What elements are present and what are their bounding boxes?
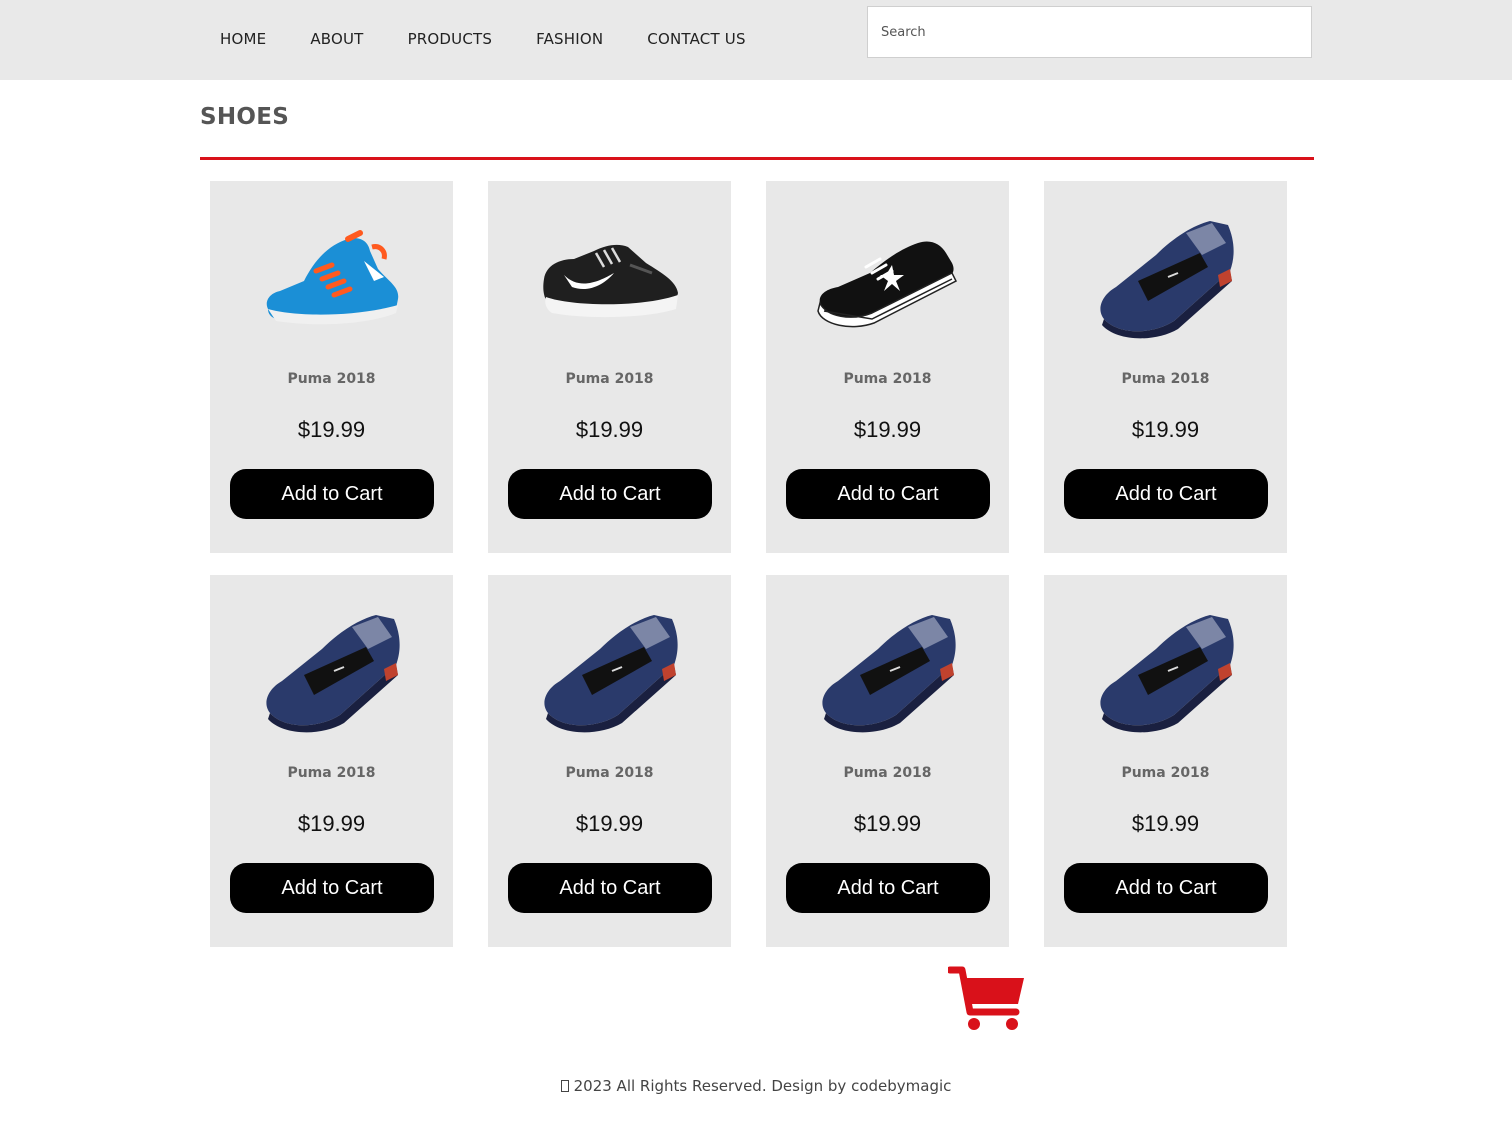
add-to-cart-button[interactable]: Add to Cart — [508, 469, 712, 519]
canvas-sneaker-black-icon — [807, 201, 967, 351]
main-nav: HOME ABOUT PRODUCTS FASHION CONTACT US — [220, 30, 790, 48]
loafer-navy-icon — [529, 595, 689, 745]
loafer-navy-icon — [1085, 201, 1245, 351]
add-to-cart-button[interactable]: Add to Cart — [1064, 863, 1268, 913]
product-name: Puma 2018 — [565, 371, 654, 387]
section-divider — [200, 157, 1314, 160]
search-input[interactable] — [867, 6, 1312, 58]
product-name: Puma 2018 — [287, 371, 376, 387]
loafer-navy-icon — [251, 595, 411, 745]
product-price: $19.99 — [575, 811, 644, 836]
site-header: HOME ABOUT PRODUCTS FASHION CONTACT US — [0, 0, 1512, 80]
nav-products-link[interactable]: PRODUCTS — [408, 30, 493, 48]
running-shoe-black-icon — [529, 201, 689, 351]
add-to-cart-button[interactable]: Add to Cart — [786, 469, 990, 519]
add-to-cart-button[interactable]: Add to Cart — [230, 863, 434, 913]
nav-home-link[interactable]: HOME — [220, 30, 266, 48]
product-price: $19.99 — [853, 417, 922, 442]
product-price: $19.99 — [575, 417, 644, 442]
product-name: Puma 2018 — [1121, 765, 1210, 781]
product-name: Puma 2018 — [843, 765, 932, 781]
product-price: $19.99 — [1131, 417, 1200, 442]
site-footer: 2023 All Rights Reserved. Design by code… — [0, 1077, 1512, 1095]
nav-about-link[interactable]: ABOUT — [310, 30, 363, 48]
footer-text: 2023 All Rights Reserved. Design by code… — [573, 1077, 952, 1095]
product-name: Puma 2018 — [1121, 371, 1210, 387]
product-name: Puma 2018 — [843, 371, 932, 387]
nav-fashion-link[interactable]: FASHION — [536, 30, 603, 48]
section-title: SHOES — [200, 104, 290, 130]
product-card: Puma 2018 $19.99 Add to Cart — [210, 181, 453, 553]
nav-contact-link[interactable]: CONTACT US — [647, 30, 745, 48]
loafer-navy-icon — [807, 595, 967, 745]
loafer-navy-icon — [1085, 595, 1245, 745]
copyright-icon — [560, 1080, 569, 1092]
product-card: Puma 2018 $19.99 Add to Cart — [1044, 575, 1287, 947]
product-card: Puma 2018 $19.99 Add to Cart — [210, 575, 453, 947]
product-card: Puma 2018 $19.99 Add to Cart — [488, 575, 731, 947]
product-name: Puma 2018 — [287, 765, 376, 781]
product-price: $19.99 — [297, 417, 366, 442]
product-card: Puma 2018 $19.99 Add to Cart — [1044, 181, 1287, 553]
product-card: Puma 2018 $19.99 Add to Cart — [488, 181, 731, 553]
product-price: $19.99 — [853, 811, 922, 836]
running-shoe-blue-icon — [251, 201, 411, 351]
product-price: $19.99 — [1131, 811, 1200, 836]
shopping-cart-icon[interactable] — [946, 964, 1028, 1034]
add-to-cart-button[interactable]: Add to Cart — [230, 469, 434, 519]
add-to-cart-button[interactable]: Add to Cart — [1064, 469, 1268, 519]
product-card: Puma 2018 $19.99 Add to Cart — [766, 181, 1009, 553]
product-grid: Puma 2018 $19.99 Add to Cart Puma 2018 $… — [210, 181, 1287, 947]
product-card: Puma 2018 $19.99 Add to Cart — [766, 575, 1009, 947]
product-name: Puma 2018 — [565, 765, 654, 781]
add-to-cart-button[interactable]: Add to Cart — [786, 863, 990, 913]
product-price: $19.99 — [297, 811, 366, 836]
add-to-cart-button[interactable]: Add to Cart — [508, 863, 712, 913]
